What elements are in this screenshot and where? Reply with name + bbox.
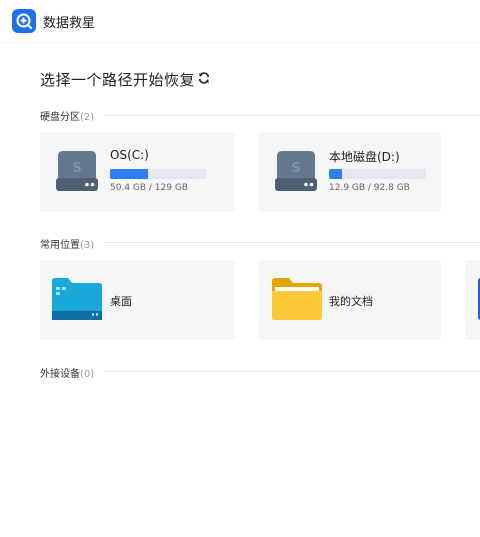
app-title: 数据救星 [43, 16, 96, 31]
location-card-third[interactable] [465, 260, 480, 340]
usage-bar [329, 169, 426, 179]
desktop-folder-icon [52, 278, 102, 320]
drive-name: OS(C:) [110, 148, 149, 162]
section-common-label: 常用位置 [40, 240, 80, 251]
svg-text:S: S [291, 161, 300, 176]
hard-drive-icon: S [275, 151, 317, 191]
section-divider [104, 242, 480, 243]
drive-size: 50.4 GB / 129 GB [110, 183, 188, 193]
drive-card-d[interactable]: S 本地磁盘(D:) 12.9 GB / 92.8 GB [259, 132, 441, 212]
section-external-header: 外接设备(0) [40, 365, 95, 380]
usage-bar-fill [329, 169, 343, 179]
section-common-count: (3) [80, 240, 95, 251]
usage-bar [110, 169, 207, 179]
title-bar: 数据救星 [0, 0, 480, 43]
location-label: 我的文档 [329, 295, 373, 308]
svg-text:S: S [72, 161, 81, 176]
drive-size: 12.9 GB / 92.8 GB [329, 183, 410, 193]
location-card-documents[interactable]: 我的文档 [259, 260, 441, 340]
drive-name: 本地磁盘(D:) [329, 150, 400, 164]
section-drives-header: 硬盘分区(2) [40, 108, 95, 123]
hard-drive-icon: S [56, 151, 98, 191]
plus-circle-icon [12, 9, 36, 33]
section-divider [104, 115, 480, 116]
refresh-icon[interactable] [197, 71, 211, 85]
page-title: 选择一个路径开始恢复 [40, 71, 196, 89]
section-drives-count: (2) [80, 112, 95, 123]
location-card-desktop[interactable]: 桌面 [40, 260, 234, 340]
section-common-header: 常用位置(3) [40, 236, 95, 251]
section-external-label: 外接设备 [40, 369, 80, 380]
section-external-count: (0) [80, 369, 95, 380]
drive-card-c[interactable]: S OS(C:) 50.4 GB / 129 GB [40, 132, 234, 212]
usage-bar-fill [110, 169, 148, 179]
section-drives-label: 硬盘分区 [40, 112, 80, 123]
documents-folder-icon [272, 278, 322, 320]
location-label: 桌面 [110, 295, 132, 308]
section-divider [104, 371, 480, 372]
